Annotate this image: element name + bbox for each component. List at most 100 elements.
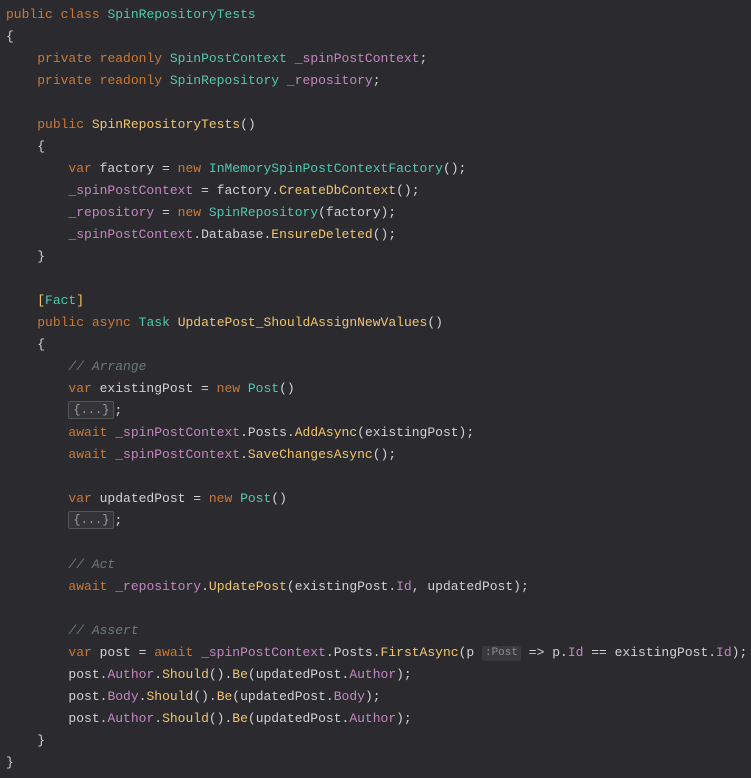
paren: (updatedPost. — [248, 667, 349, 682]
code-line: await _repository.UpdatePost(existingPos… — [6, 576, 745, 598]
dot: . — [154, 667, 162, 682]
code-line: } — [6, 246, 745, 268]
paren: ); — [396, 667, 412, 682]
text: , updatedPost); — [412, 579, 529, 594]
method: Should — [162, 711, 209, 726]
lambda: => p. — [521, 645, 568, 660]
keyword: async — [92, 315, 131, 330]
member: Id — [568, 645, 584, 660]
punct: ; — [420, 51, 428, 66]
keyword: await — [68, 579, 107, 594]
brace: { — [6, 29, 14, 44]
text: post. — [68, 689, 107, 704]
field: _spinPostContext — [201, 645, 326, 660]
dot: . — [326, 645, 334, 660]
method: Be — [232, 711, 248, 726]
code-line: public async Task UpdatePost_ShouldAssig… — [6, 312, 745, 334]
type: InMemorySpinPostContextFactory — [209, 161, 443, 176]
paren: (factory); — [318, 205, 396, 220]
code-line: } — [6, 730, 745, 752]
code-line: post.Author.Should().Be(updatedPost.Auth… — [6, 664, 745, 686]
paren: (); — [443, 161, 466, 176]
brace: { — [37, 139, 45, 154]
keyword: readonly — [100, 73, 162, 88]
paren: (existingPost); — [357, 425, 474, 440]
code-line: {...}; — [6, 510, 745, 532]
paren: () — [240, 117, 256, 132]
type: Post — [240, 491, 271, 506]
code-line: { — [6, 136, 745, 158]
type: SpinRepository — [209, 205, 318, 220]
type: SpinPostContext — [170, 51, 287, 66]
blank-line — [6, 598, 745, 620]
keyword: await — [154, 645, 193, 660]
field: _spinPostContext — [115, 425, 240, 440]
paren: ); — [365, 689, 381, 704]
method: EnsureDeleted — [271, 227, 372, 242]
method: SaveChangesAsync — [248, 447, 373, 462]
code-line: var existingPost = new Post() — [6, 378, 745, 400]
member: Id — [716, 645, 732, 660]
paren: (). — [209, 667, 232, 682]
paren: (updatedPost. — [232, 689, 333, 704]
code-line: _repository = new SpinRepository(factory… — [6, 202, 745, 224]
dot: . — [240, 447, 248, 462]
keyword: readonly — [100, 51, 162, 66]
brace: } — [6, 755, 14, 770]
code-line: var factory = new InMemorySpinPostContex… — [6, 158, 745, 180]
keyword: var — [68, 161, 91, 176]
method: Should — [162, 667, 209, 682]
dot: . — [193, 227, 201, 242]
bracket: [ — [37, 293, 45, 308]
code-line: post.Body.Should().Be(updatedPost.Body); — [6, 686, 745, 708]
code-line: private readonly SpinRepository _reposit… — [6, 70, 745, 92]
code-line: { — [6, 26, 745, 48]
paren: (). — [193, 689, 216, 704]
paren: (updatedPost. — [248, 711, 349, 726]
keyword: await — [68, 425, 107, 440]
method: UpdatePost — [209, 579, 287, 594]
method: Be — [217, 689, 233, 704]
code-line: var post = await _spinPostContext.Posts.… — [6, 642, 745, 664]
text: post. — [68, 711, 107, 726]
bracket: ] — [76, 293, 84, 308]
code-line: {...}; — [6, 400, 745, 422]
identifier: updatedPost — [92, 491, 193, 506]
method: CreateDbContext — [279, 183, 396, 198]
constructor: SpinRepositoryTests — [92, 117, 240, 132]
field: _spinPostContext — [115, 447, 240, 462]
paren: () — [271, 491, 287, 506]
class-name: SpinRepositoryTests — [107, 7, 255, 22]
keyword: new — [209, 491, 232, 506]
keyword: private — [37, 51, 92, 66]
field: _spinPostContext — [68, 183, 193, 198]
attribute: Fact — [45, 293, 76, 308]
keyword: new — [217, 381, 240, 396]
member: Author — [107, 667, 154, 682]
field: _spinPostContext — [295, 51, 420, 66]
paren: (); — [373, 447, 396, 462]
code-line: } — [6, 752, 745, 774]
keyword: public — [37, 117, 84, 132]
text: post. — [68, 667, 107, 682]
type: SpinRepository — [170, 73, 279, 88]
op: = — [201, 381, 217, 396]
code-line: _spinPostContext = factory.CreateDbConte… — [6, 180, 745, 202]
field: _repository — [287, 73, 373, 88]
blank-line — [6, 532, 745, 554]
code-line: private readonly SpinPostContext _spinPo… — [6, 48, 745, 70]
member: Author — [349, 667, 396, 682]
paren: (existingPost. — [287, 579, 396, 594]
dot: . — [154, 711, 162, 726]
paren: ); — [732, 645, 748, 660]
code-fold[interactable]: {...} — [68, 401, 114, 419]
keyword: private — [37, 73, 92, 88]
code-fold[interactable]: {...} — [68, 511, 114, 529]
code-line: public SpinRepositoryTests() — [6, 114, 745, 136]
keyword: class — [61, 7, 100, 22]
blank-line — [6, 466, 745, 488]
code-line: { — [6, 334, 745, 356]
method: AddAsync — [295, 425, 357, 440]
paren: (p — [459, 645, 475, 660]
text: == existingPost. — [583, 645, 716, 660]
